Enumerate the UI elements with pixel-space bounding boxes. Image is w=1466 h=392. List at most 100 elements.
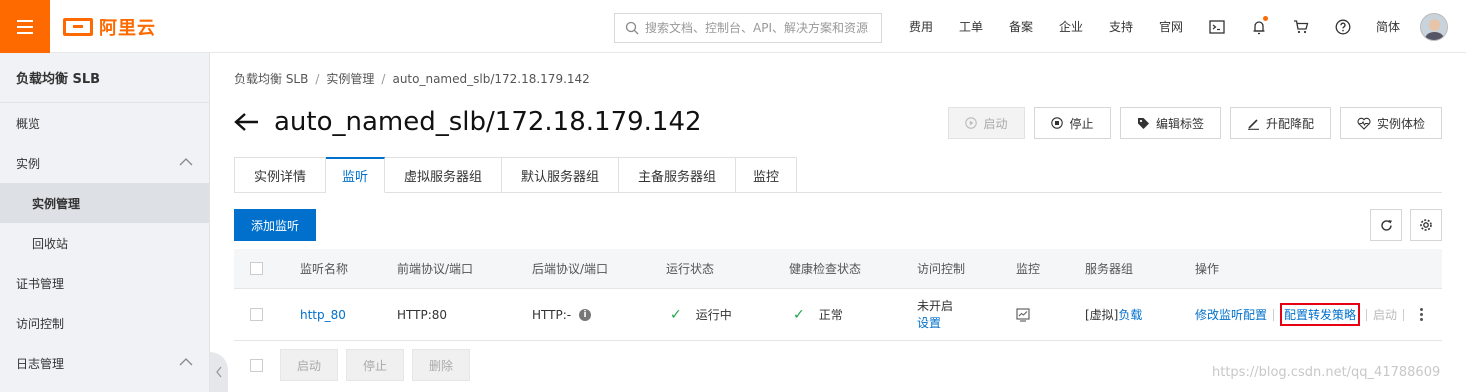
nav-support[interactable]: 支持 (1096, 18, 1146, 35)
nav-tickets[interactable]: 工单 (946, 18, 996, 35)
nav-enterprise[interactable]: 企业 (1046, 18, 1096, 35)
gear-icon (1420, 219, 1432, 231)
notifications-button[interactable] (1238, 0, 1280, 53)
upgrade-downgrade-button-label: 升配降配 (1265, 116, 1314, 131)
select-all-checkbox[interactable] (250, 262, 263, 275)
cart-button[interactable] (1280, 0, 1322, 53)
language-switch[interactable]: 简体 (1364, 18, 1412, 35)
sidebar-item-label: 回收站 (32, 236, 69, 251)
nav-icp[interactable]: 备案 (996, 18, 1046, 35)
breadcrumb-instance-management[interactable]: 实例管理 (326, 72, 374, 86)
cart-icon (1294, 19, 1309, 33)
check-icon: ✓ (793, 306, 805, 323)
server-group-link[interactable]: 负载 (1118, 306, 1142, 323)
row-start-link[interactable]: 启动 (1373, 306, 1397, 323)
heart-pulse-icon (1357, 117, 1371, 130)
sidebar-item-certificates[interactable]: 证书管理 (0, 263, 209, 303)
batch-select-cell (250, 349, 263, 381)
sidebar-item-label: 实例管理 (32, 196, 81, 211)
run-status-value: 运行中 (695, 308, 732, 322)
column-header: 监控 (1016, 262, 1041, 276)
listener-table-header: 监听名称 前端协议/端口 后端协议/端口 运行状态 健康检查状态 访问控制 监控… (234, 249, 1442, 289)
info-icon[interactable]: i (579, 308, 592, 321)
tab-default-server-group[interactable]: 默认服务器组 (502, 157, 619, 193)
modify-listener-link[interactable]: 修改监听配置 (1195, 306, 1267, 323)
nav-website[interactable]: 官网 (1146, 18, 1196, 35)
sidebar-item-label: 概览 (16, 116, 41, 131)
back-arrow-icon[interactable] (234, 112, 260, 132)
access-control-settings-link[interactable]: 设置 (917, 315, 941, 332)
tab-listeners[interactable]: 监听 (326, 157, 385, 193)
nav-billing[interactable]: 费用 (896, 18, 946, 35)
notification-dot (1263, 16, 1268, 21)
server-group-cell: [虚拟] 负载 (1085, 289, 1142, 340)
sidebar-item-instances[interactable]: 实例 (0, 143, 209, 183)
sidebar-collapse-handle[interactable] (210, 352, 228, 392)
configure-forwarding-rules-link[interactable]: 配置转发策略 (1280, 303, 1361, 326)
help-icon (1335, 19, 1351, 34)
refresh-button[interactable] (1370, 209, 1402, 241)
refresh-icon (1380, 219, 1392, 231)
sidebar-item-label: 证书管理 (16, 276, 65, 291)
access-control-status: 未开启 (917, 298, 954, 313)
column-header: 前端协议/端口 (397, 262, 474, 276)
batch-start-button[interactable]: 启动 (280, 349, 338, 381)
help-button[interactable] (1322, 0, 1364, 53)
divider (1273, 308, 1275, 321)
column-header: 访问控制 (917, 262, 966, 276)
stop-circle-icon (1051, 117, 1064, 129)
sidebar-item-access-control[interactable]: 访问控制 (0, 303, 209, 343)
more-actions-icon[interactable] (1420, 308, 1424, 321)
sidebar-item-overview[interactable]: 概览 (0, 103, 209, 143)
column-header: 监听名称 (300, 262, 349, 276)
batch-stop-button[interactable]: 停止 (346, 349, 404, 381)
select-all-cell (250, 249, 263, 288)
sidebar-item-logs[interactable]: 日志管理 (0, 343, 209, 383)
listener-name-link[interactable]: http_80 (300, 308, 346, 322)
backend-cell: HTTP:- i (532, 289, 592, 340)
sidebar-item-recycle-bin[interactable]: 回收站 (0, 223, 209, 263)
tag-icon (1137, 117, 1149, 129)
search-input[interactable] (645, 21, 875, 35)
batch-select-checkbox[interactable] (250, 358, 263, 372)
check-icon: ✓ (670, 306, 682, 323)
instance-actions: 启动 停止 编辑标签 升配降配 实例体检 (948, 107, 1442, 139)
edit-tags-button[interactable]: 编辑标签 (1120, 107, 1221, 139)
column-header: 后端协议/端口 (532, 262, 609, 276)
upgrade-downgrade-button[interactable]: 升配降配 (1230, 107, 1331, 139)
settings-button[interactable] (1410, 209, 1442, 241)
tab-monitoring[interactable]: 监控 (736, 157, 797, 193)
frontend-cell: HTTP:80 (397, 307, 448, 322)
batch-delete-button[interactable]: 删除 (412, 349, 470, 381)
aliyun-logo[interactable]: 阿里云 (63, 15, 156, 39)
monitor-chart-icon[interactable] (1016, 307, 1030, 322)
cloud-shell-button[interactable] (1196, 0, 1238, 53)
access-control-cell: 未开启 设置 (917, 289, 953, 340)
start-button[interactable]: 启动 (948, 107, 1025, 139)
sidebar-item-instance-management[interactable]: 实例管理 (0, 183, 209, 223)
tab-vserver-groups[interactable]: 虚拟服务器组 (385, 157, 502, 193)
global-search[interactable] (614, 13, 882, 43)
play-circle-icon (965, 117, 978, 129)
tab-instance-details[interactable]: 实例详情 (235, 157, 326, 193)
menu-icon[interactable] (0, 0, 50, 53)
add-listener-button[interactable]: 添加监听 (234, 209, 316, 241)
health-check-button[interactable]: 实例体检 (1340, 107, 1442, 139)
stop-button[interactable]: 停止 (1034, 107, 1111, 139)
brand-name: 阿里云 (99, 18, 156, 39)
row-select-cell (250, 289, 263, 340)
health-status-value: 正常 (818, 308, 843, 322)
stop-button-label: 停止 (1069, 116, 1094, 131)
user-avatar[interactable] (1420, 12, 1448, 41)
listener-name-cell: http_80 (300, 289, 346, 340)
terminal-icon (1209, 19, 1225, 34)
sidebar: 负载均衡 SLB 概览 实例 实例管理 回收站 证书管理 访问控制 日志管理 (0, 53, 210, 392)
table-row: http_80 HTTP:80 HTTP:- i ✓ 运行中 ✓ 正常 未开启 … (234, 289, 1442, 341)
sidebar-item-label: 访问控制 (16, 316, 65, 331)
sidebar-item-label: 日志管理 (16, 356, 65, 371)
health-check-button-label: 实例体检 (1376, 116, 1425, 131)
row-checkbox[interactable] (250, 308, 263, 321)
breadcrumb-slb[interactable]: 负载均衡 SLB (234, 72, 308, 86)
divider (1403, 308, 1405, 321)
tab-primary-backup-group[interactable]: 主备服务器组 (619, 157, 736, 193)
